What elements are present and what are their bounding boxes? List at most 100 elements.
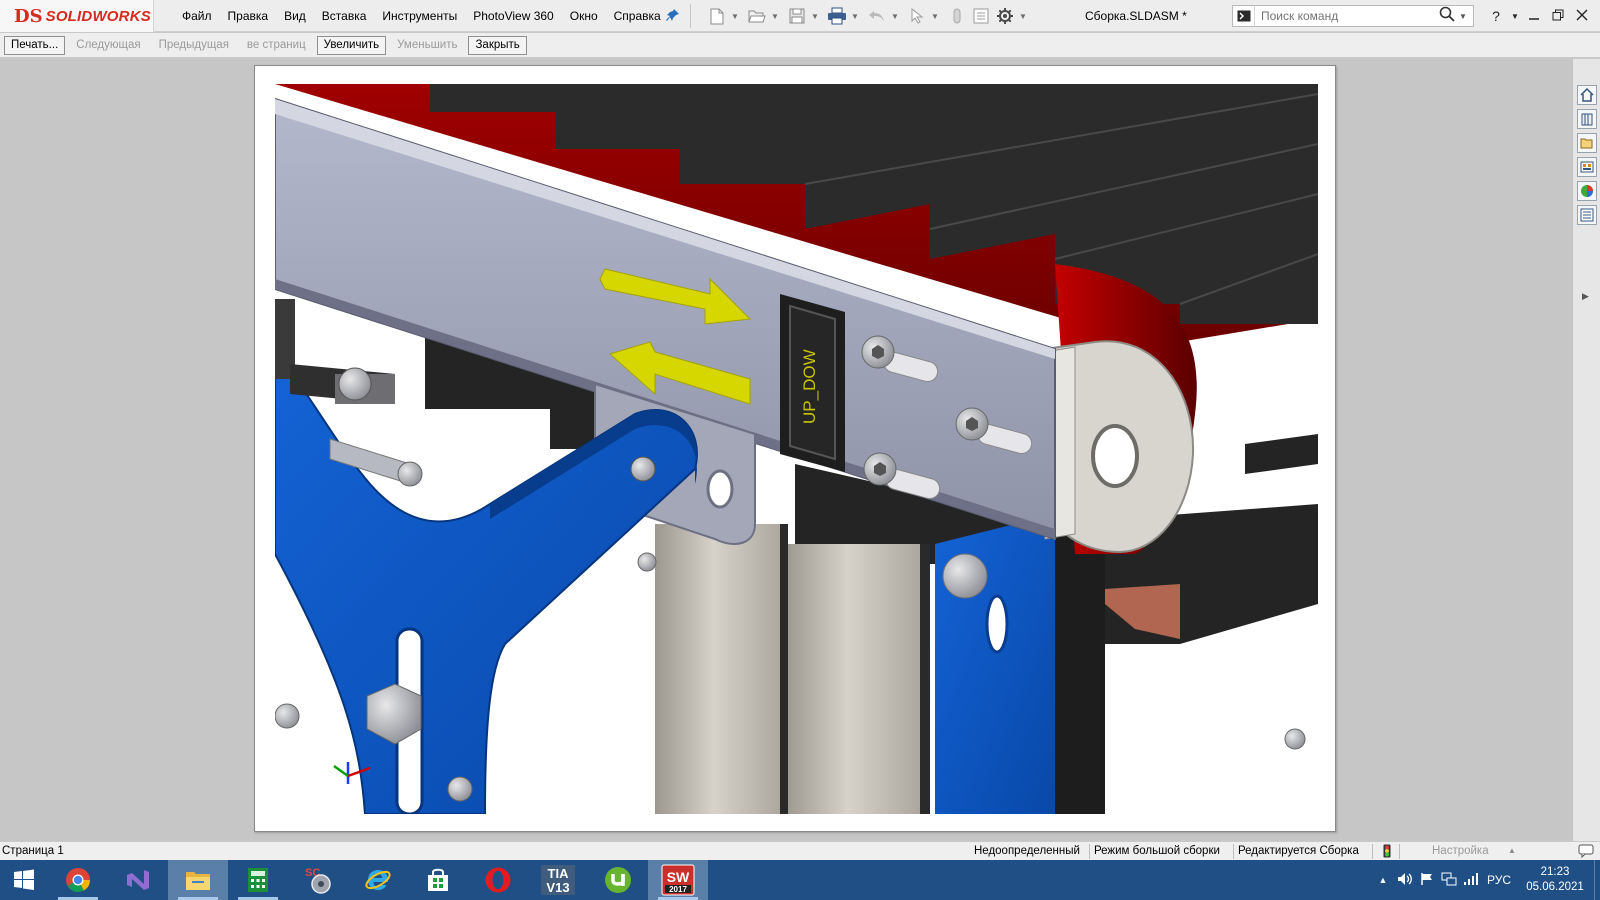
solidworks-logo[interactable]: DS SOLIDWORKS — [0, 0, 154, 32]
close-icon[interactable] — [1570, 8, 1594, 24]
search-input[interactable] — [1255, 9, 1435, 23]
file-explorer-icon[interactable] — [1577, 133, 1597, 153]
print-preview-toolbar: Печать... Следующая Предыдущая ве страни… — [0, 33, 1600, 58]
menu-file[interactable]: Файл — [174, 0, 220, 32]
chevron-down-icon[interactable]: ▼ — [770, 12, 780, 21]
language-indicator[interactable]: РУС — [1482, 873, 1516, 887]
chevron-up-icon[interactable]: ▲ — [1372, 875, 1394, 885]
toolbar-separator — [690, 4, 691, 28]
status-bar: Страница 1 Недоопределенный Режим большо… — [0, 841, 1600, 860]
internet-explorer-app[interactable] — [348, 860, 408, 900]
label-plate-text: UP_DOW — [800, 349, 819, 424]
previous-page-button[interactable]: Предыдущая — [152, 36, 236, 55]
menu-edit[interactable]: Правка — [220, 0, 277, 32]
print-button[interactable]: Печать... — [4, 35, 66, 55]
opera-app[interactable] — [468, 860, 528, 900]
chevron-down-icon[interactable]: ▼ — [1018, 12, 1028, 21]
system-tray: ▲ РУС 21:23 05.06.2021 — [1372, 860, 1600, 900]
start-button[interactable] — [0, 860, 48, 900]
chrome-app[interactable] — [48, 860, 108, 900]
editing-status: Редактируется Сборка — [1238, 845, 1359, 857]
help-icon[interactable]: ? — [1484, 8, 1508, 24]
ds-logo-mark: DS — [14, 5, 43, 27]
appearances-icon[interactable] — [1577, 181, 1597, 201]
save-icon[interactable] — [786, 5, 808, 27]
menu-bar: Файл Правка Вид Вставка Инструменты Phot… — [174, 0, 669, 32]
menu-photoview[interactable]: PhotoView 360 — [465, 0, 562, 32]
conveyor-model-render: UP_DOW — [275, 84, 1318, 814]
zoom-in-button[interactable]: Увеличить — [316, 35, 387, 55]
clock-time: 21:23 — [1540, 866, 1570, 878]
support-pillar-left — [655, 524, 785, 814]
definition-status: Недоопределенный — [974, 845, 1080, 857]
pin-icon[interactable] — [666, 8, 682, 24]
two-pages-button[interactable]: ве страниц — [240, 36, 313, 55]
solidworks-app[interactable]: SW 2017 — [648, 860, 708, 900]
calculator-app[interactable] — [228, 860, 288, 900]
menu-window[interactable]: Окно — [562, 0, 606, 32]
menu-help[interactable]: Справка — [606, 0, 669, 32]
next-page-button[interactable]: Следующая — [69, 36, 147, 55]
store-app[interactable] — [408, 860, 468, 900]
step7-app[interactable]: SC — [288, 860, 348, 900]
zoom-out-button[interactable]: Уменьшить — [390, 36, 464, 55]
menu-tools[interactable]: Инструменты — [374, 0, 465, 32]
label-plate: UP_DOW — [780, 294, 845, 472]
close-preview-button[interactable]: Закрыть — [468, 35, 527, 55]
chevron-down-icon[interactable]: ▼ — [1508, 12, 1522, 21]
title-bar: DS SOLIDWORKS Файл Правка Вид Вставка Ин… — [0, 0, 1600, 32]
chevron-right-icon[interactable]: ▶ — [1582, 291, 1589, 302]
print-preview-area: UP_DOW — [0, 59, 1572, 841]
command-prompt-icon[interactable] — [1233, 6, 1255, 26]
menu-view[interactable]: Вид — [276, 0, 314, 32]
open-document-icon[interactable] — [746, 5, 768, 27]
utorrent-app[interactable] — [588, 860, 648, 900]
hex-nut — [942, 553, 988, 599]
file-explorer-app[interactable] — [168, 860, 228, 900]
volume-icon[interactable] — [1394, 872, 1416, 889]
chevron-up-icon[interactable]: ▲ — [1508, 842, 1516, 860]
undo-icon[interactable] — [866, 5, 888, 27]
chevron-down-icon[interactable]: ▼ — [1459, 12, 1467, 21]
customize-settings[interactable]: Настройка — [1432, 842, 1489, 860]
chevron-down-icon[interactable]: ▼ — [890, 12, 900, 21]
brand-name: SOLIDWORKS — [45, 7, 151, 25]
page-indicator: Страница 1 — [2, 845, 64, 857]
print-icon[interactable] — [826, 5, 848, 27]
minimize-icon[interactable] — [1522, 8, 1546, 24]
wifi-signal-icon[interactable] — [1460, 872, 1482, 889]
quick-access-toolbar: ▼ ▼ ▼ ▼ ▼ ▼ ▼ — [706, 0, 1034, 32]
tia-version: V13 — [546, 880, 569, 895]
flag-icon[interactable] — [1416, 872, 1438, 889]
solidworks-label: SW — [667, 869, 690, 885]
visual-studio-app[interactable] — [108, 860, 168, 900]
command-search: ▼ — [1232, 5, 1474, 27]
document-title: Сборка.SLDASM * — [1085, 9, 1187, 23]
design-library-icon[interactable] — [1577, 109, 1597, 129]
home-icon[interactable] — [1577, 85, 1597, 105]
network-icon[interactable] — [1438, 872, 1460, 889]
select-cursor-icon[interactable] — [906, 5, 928, 27]
view-palette-icon[interactable] — [1577, 157, 1597, 177]
preview-page: UP_DOW — [254, 65, 1336, 832]
file-properties-icon[interactable] — [970, 5, 992, 27]
clock[interactable]: 21:23 05.06.2021 — [1522, 865, 1588, 895]
task-pane: ▶ — [1572, 59, 1600, 841]
tia-portal-app[interactable]: TIA V13 — [528, 860, 588, 900]
clock-date: 05.06.2021 — [1526, 881, 1584, 893]
custom-properties-icon[interactable] — [1577, 205, 1597, 225]
chevron-down-icon[interactable]: ▼ — [810, 12, 820, 21]
show-desktop-button[interactable] — [1594, 860, 1600, 900]
tia-label: TIA — [548, 866, 570, 881]
new-document-icon[interactable] — [706, 5, 728, 27]
chevron-down-icon[interactable]: ▼ — [930, 12, 940, 21]
restore-icon[interactable] — [1546, 8, 1570, 24]
large-assembly-mode: Режим большой сборки — [1094, 845, 1220, 857]
chevron-down-icon[interactable]: ▼ — [850, 12, 860, 21]
support-pillar-center — [785, 544, 925, 814]
chevron-down-icon[interactable]: ▼ — [730, 12, 740, 21]
rebuild-icon[interactable] — [946, 5, 968, 27]
search-icon[interactable] — [1439, 6, 1455, 26]
gear-icon[interactable] — [994, 5, 1016, 27]
menu-insert[interactable]: Вставка — [314, 0, 375, 32]
